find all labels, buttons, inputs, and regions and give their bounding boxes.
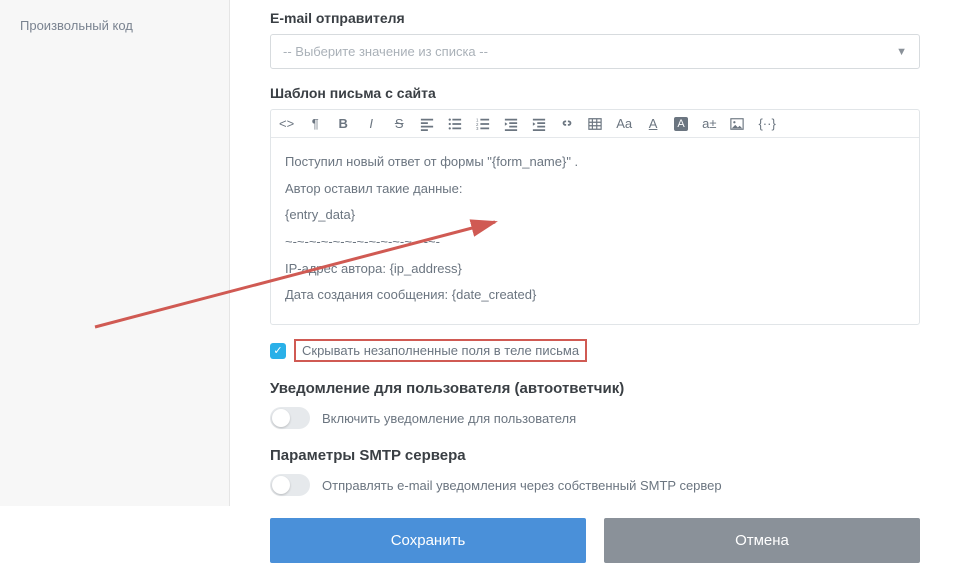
template-label: Шаблон письма с сайта (270, 85, 920, 101)
email-select[interactable]: -- Выберите значение из списка -- ▼ (270, 34, 920, 69)
hide-empty-checkbox[interactable]: ✓ (270, 343, 286, 359)
align-left-icon[interactable] (420, 117, 434, 131)
table-icon[interactable] (588, 117, 602, 131)
paragraph-icon[interactable]: ¶ (308, 116, 322, 131)
body-line: IP-адрес автора: {ip_address} (285, 257, 905, 282)
editor: <> ¶ B I S 123 (270, 109, 920, 325)
image-icon[interactable] (730, 117, 744, 131)
bgcolor-icon[interactable]: A (674, 117, 688, 131)
main-form: E-mail отправителя -- Выберите значение … (230, 0, 960, 506)
smtp-label: Отправлять e-mail уведомления через собс… (322, 478, 722, 493)
editor-toolbar: <> ¶ B I S 123 (271, 110, 919, 138)
bold-icon[interactable]: B (336, 116, 350, 131)
user-notify-label: Включить уведомление для пользователя (322, 411, 576, 426)
svg-text:3: 3 (476, 126, 479, 131)
body-line: Поступил новый ответ от формы "{form_nam… (285, 150, 905, 175)
editor-body[interactable]: Поступил новый ответ от формы "{form_nam… (271, 138, 919, 324)
italic-icon[interactable]: I (364, 116, 378, 131)
indent-in-icon[interactable] (532, 117, 546, 131)
save-button[interactable]: Сохранить (270, 518, 586, 563)
smtp-toggle[interactable] (270, 474, 310, 496)
code-icon[interactable]: <> (279, 116, 294, 131)
email-select-placeholder: -- Выберите значение из списка -- (283, 44, 488, 59)
body-line: {entry_data} (285, 203, 905, 228)
smtp-heading: Параметры SMTP сервера (270, 447, 920, 464)
cancel-button[interactable]: Отмена (604, 518, 920, 563)
indent-out-icon[interactable] (504, 117, 518, 131)
email-label: E-mail отправителя (270, 10, 920, 26)
fontsize-icon[interactable]: Aa (616, 116, 632, 131)
body-line: ~-~-~-~-~-~-~-~-~-~-~-~-~- (285, 230, 905, 255)
list-ol-icon[interactable]: 123 (476, 117, 490, 131)
hide-empty-row: ✓ Скрывать незаполненные поля в теле пис… (270, 339, 920, 362)
body-line: Автор оставил такие данные: (285, 177, 905, 202)
braces-icon[interactable]: {··} (758, 116, 775, 131)
body-line: Дата создания сообщения: {date_created} (285, 283, 905, 308)
hide-empty-label: Скрывать незаполненные поля в теле письм… (302, 343, 579, 358)
list-ul-icon[interactable] (448, 117, 462, 131)
user-notify-toggle[interactable] (270, 407, 310, 429)
hide-empty-highlight: Скрывать незаполненные поля в теле письм… (294, 339, 587, 362)
link-icon[interactable] (560, 117, 574, 131)
sidebar: Произвольный код (0, 0, 230, 506)
sup-icon[interactable]: a± (702, 116, 716, 131)
fontcolor-icon[interactable]: A (646, 116, 660, 131)
sidebar-item-custom-code[interactable]: Произвольный код (0, 10, 229, 41)
user-notify-heading: Уведомление для пользователя (автоответч… (270, 380, 920, 397)
strike-icon[interactable]: S (392, 116, 406, 131)
chevron-down-icon: ▼ (896, 46, 907, 58)
